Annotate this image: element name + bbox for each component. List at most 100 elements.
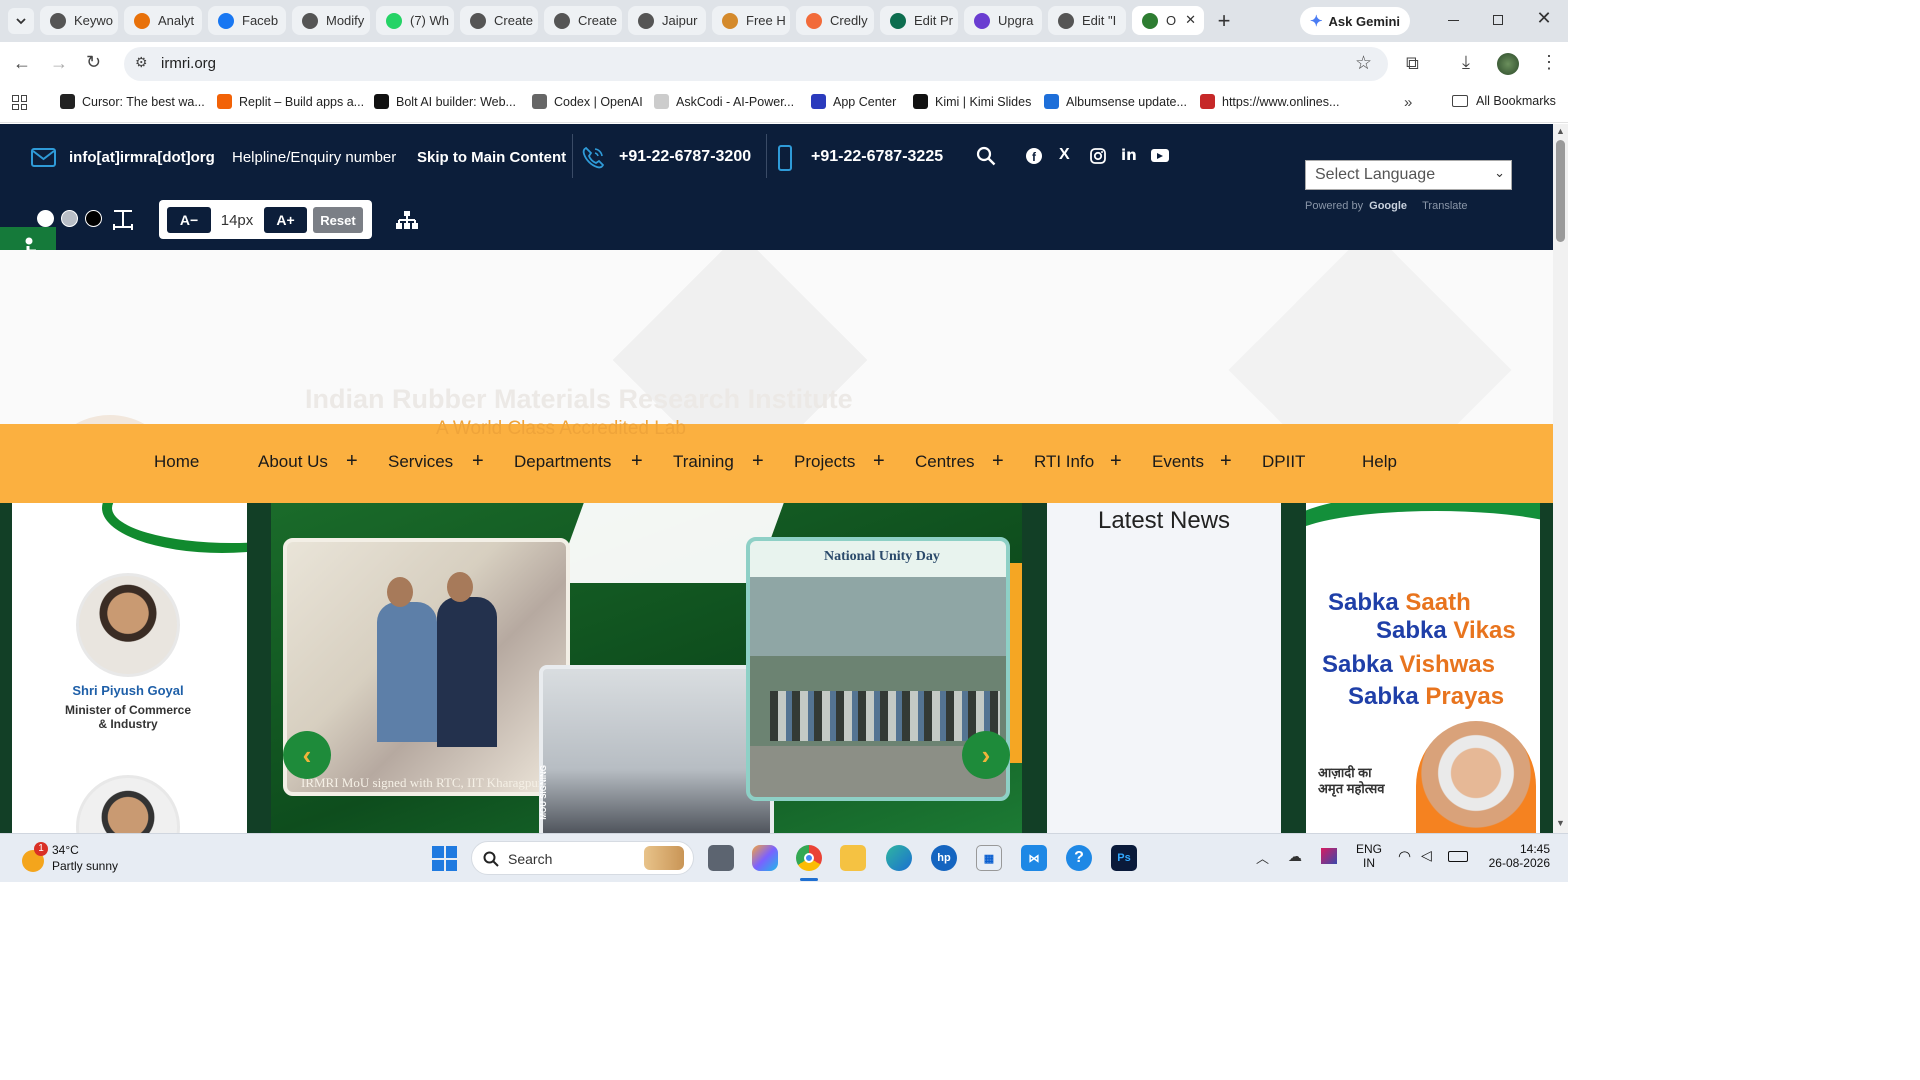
expand-plus-icon[interactable]: + xyxy=(1220,450,1232,473)
youtube-icon[interactable] xyxy=(1151,149,1169,162)
tab-search-button[interactable] xyxy=(8,8,34,34)
bookmark-item[interactable]: AskCodi - AI-Power... xyxy=(654,94,794,109)
bookmark-item[interactable]: Codex | OpenAI xyxy=(532,94,643,109)
nav-item-rti-info[interactable]: RTI Info xyxy=(1034,452,1094,472)
start-button[interactable] xyxy=(432,846,457,871)
url-text[interactable]: irmri.org xyxy=(161,55,216,72)
avatar[interactable] xyxy=(1497,53,1519,75)
browser-tab[interactable]: Credly xyxy=(796,6,874,35)
minimize-button[interactable] xyxy=(1443,10,1463,30)
site-info-icon[interactable]: ⚙ xyxy=(135,54,148,71)
battery-icon[interactable] xyxy=(1448,851,1468,862)
expand-plus-icon[interactable]: + xyxy=(631,450,643,473)
chrome-icon[interactable] xyxy=(796,845,822,871)
expand-plus-icon[interactable]: + xyxy=(472,450,484,473)
close-window-button[interactable]: ✕ xyxy=(1534,8,1554,30)
weather-widget[interactable]: 1 34°C Partly sunny xyxy=(20,842,160,876)
skip-to-content-link[interactable]: Skip to Main Content xyxy=(417,149,566,166)
ask-gemini-button[interactable]: ✦ Ask Gemini xyxy=(1300,7,1410,35)
browser-tab[interactable]: Analyt xyxy=(124,6,202,35)
text-spacing-icon[interactable] xyxy=(111,208,135,230)
page-scrollbar[interactable]: ▲ ▼ xyxy=(1553,124,1568,833)
browser-tab[interactable]: Edit "I xyxy=(1048,6,1126,35)
new-tab-button[interactable]: + xyxy=(1210,8,1238,34)
browser-tab[interactable]: Create xyxy=(460,6,538,35)
nav-item-centres[interactable]: Centres xyxy=(915,452,975,472)
sitemap-icon[interactable] xyxy=(396,210,418,230)
address-bar[interactable]: ⚙ irmri.org ☆ xyxy=(124,47,1388,81)
browser-tab[interactable]: Keywo xyxy=(40,6,118,35)
instagram-icon[interactable] xyxy=(1090,148,1106,164)
language-select[interactable]: Select Language ⌄ xyxy=(1305,160,1512,190)
nav-item-projects[interactable]: Projects xyxy=(794,452,855,472)
browser-tab[interactable]: Upgra xyxy=(964,6,1042,35)
bookmark-item[interactable]: App Center xyxy=(811,94,896,109)
wifi-icon[interactable]: ◠ xyxy=(1398,847,1411,865)
scroll-up-arrow[interactable]: ▲ xyxy=(1556,126,1565,136)
task-view-icon[interactable] xyxy=(708,845,734,871)
browser-tab[interactable]: (7) Wh xyxy=(376,6,454,35)
contrast-white-button[interactable] xyxy=(37,210,54,227)
apps-grid-icon[interactable] xyxy=(12,95,27,110)
show-hidden-icons[interactable]: ︿ xyxy=(1256,848,1269,867)
contrast-black-button[interactable] xyxy=(85,210,102,227)
photoshop-icon[interactable]: Ps xyxy=(1111,845,1137,871)
slider-next-button[interactable]: › xyxy=(962,731,1010,779)
app-tray-icon[interactable] xyxy=(1321,848,1337,864)
extensions-icon[interactable]: ⧉ xyxy=(1406,53,1419,74)
language-indicator[interactable]: ENG IN xyxy=(1356,842,1382,870)
browser-tab[interactable]: Create xyxy=(544,6,622,35)
volume-icon[interactable]: ◁ xyxy=(1421,847,1432,864)
browser-tab[interactable]: Edit Pr xyxy=(880,6,958,35)
browser-menu-icon[interactable]: ⋮ xyxy=(1540,52,1558,73)
more-bookmarks-icon[interactable]: » xyxy=(1404,94,1412,111)
expand-plus-icon[interactable]: + xyxy=(1110,450,1122,473)
bookmark-star-icon[interactable]: ☆ xyxy=(1355,52,1372,75)
bookmark-item[interactable]: Replit – Build apps a... xyxy=(217,94,364,109)
vscode-icon[interactable]: ⋈ xyxy=(1021,845,1047,871)
slider-prev-button[interactable]: ‹ xyxy=(283,731,331,779)
edge-icon[interactable] xyxy=(886,845,912,871)
phone-number-1[interactable]: +91-22-6787-3200 xyxy=(619,148,751,166)
expand-plus-icon[interactable]: + xyxy=(992,450,1004,473)
forward-button[interactable]: → xyxy=(50,53,72,75)
hp-icon[interactable]: hp xyxy=(931,845,957,871)
email-link[interactable]: info[at]irmra[dot]org xyxy=(69,149,215,166)
all-bookmarks-button[interactable]: All Bookmarks xyxy=(1452,94,1556,108)
onedrive-off-icon[interactable]: ☁ xyxy=(1288,848,1302,865)
search-icon[interactable] xyxy=(976,146,996,166)
font-decrease-button[interactable]: A− xyxy=(167,207,211,233)
browser-tab[interactable]: Modify xyxy=(292,6,370,35)
clock[interactable]: 14:45 26-08-2026 xyxy=(1484,842,1550,870)
browser-tab[interactable]: Free H xyxy=(712,6,790,35)
download-icon[interactable]: ⤓ xyxy=(1462,52,1470,73)
nav-item-services[interactable]: Services xyxy=(388,452,453,472)
bookmark-item[interactable]: Albumsense update... xyxy=(1044,94,1187,109)
browser-tab[interactable]: Jaipur xyxy=(628,6,706,35)
browser-tab[interactable]: O ✕ xyxy=(1132,6,1204,35)
expand-plus-icon[interactable]: + xyxy=(346,450,358,473)
nav-item-help[interactable]: Help xyxy=(1362,452,1397,472)
taskbar-search[interactable]: Search xyxy=(471,841,694,875)
translate-link[interactable]: Translate xyxy=(1422,200,1467,212)
nav-item-dpiit[interactable]: DPIIT xyxy=(1262,452,1305,472)
help-icon[interactable]: ? xyxy=(1066,845,1092,871)
nav-item-events[interactable]: Events xyxy=(1152,452,1204,472)
contrast-grey-button[interactable] xyxy=(61,210,78,227)
bookmark-item[interactable]: Cursor: The best wa... xyxy=(60,94,205,109)
scroll-down-arrow[interactable]: ▼ xyxy=(1556,818,1565,828)
phone-number-2[interactable]: +91-22-6787-3225 xyxy=(811,148,943,166)
bookmark-item[interactable]: https://www.onlines... xyxy=(1200,94,1339,109)
linkedin-icon[interactable]: in xyxy=(1121,146,1137,164)
browser-tab[interactable]: Faceb xyxy=(208,6,286,35)
store-icon[interactable]: ▦ xyxy=(976,845,1002,871)
expand-plus-icon[interactable]: + xyxy=(873,450,885,473)
reload-button[interactable]: ↻ xyxy=(86,52,108,74)
nav-item-departments[interactable]: Departments xyxy=(514,452,611,472)
nav-item-training[interactable]: Training xyxy=(673,452,734,472)
font-increase-button[interactable]: A+ xyxy=(264,207,307,233)
close-tab-icon[interactable]: ✕ xyxy=(1185,12,1196,28)
restore-button[interactable] xyxy=(1488,10,1508,30)
scroll-thumb[interactable] xyxy=(1556,140,1565,242)
bookmark-item[interactable]: Kimi | Kimi Slides xyxy=(913,94,1031,109)
